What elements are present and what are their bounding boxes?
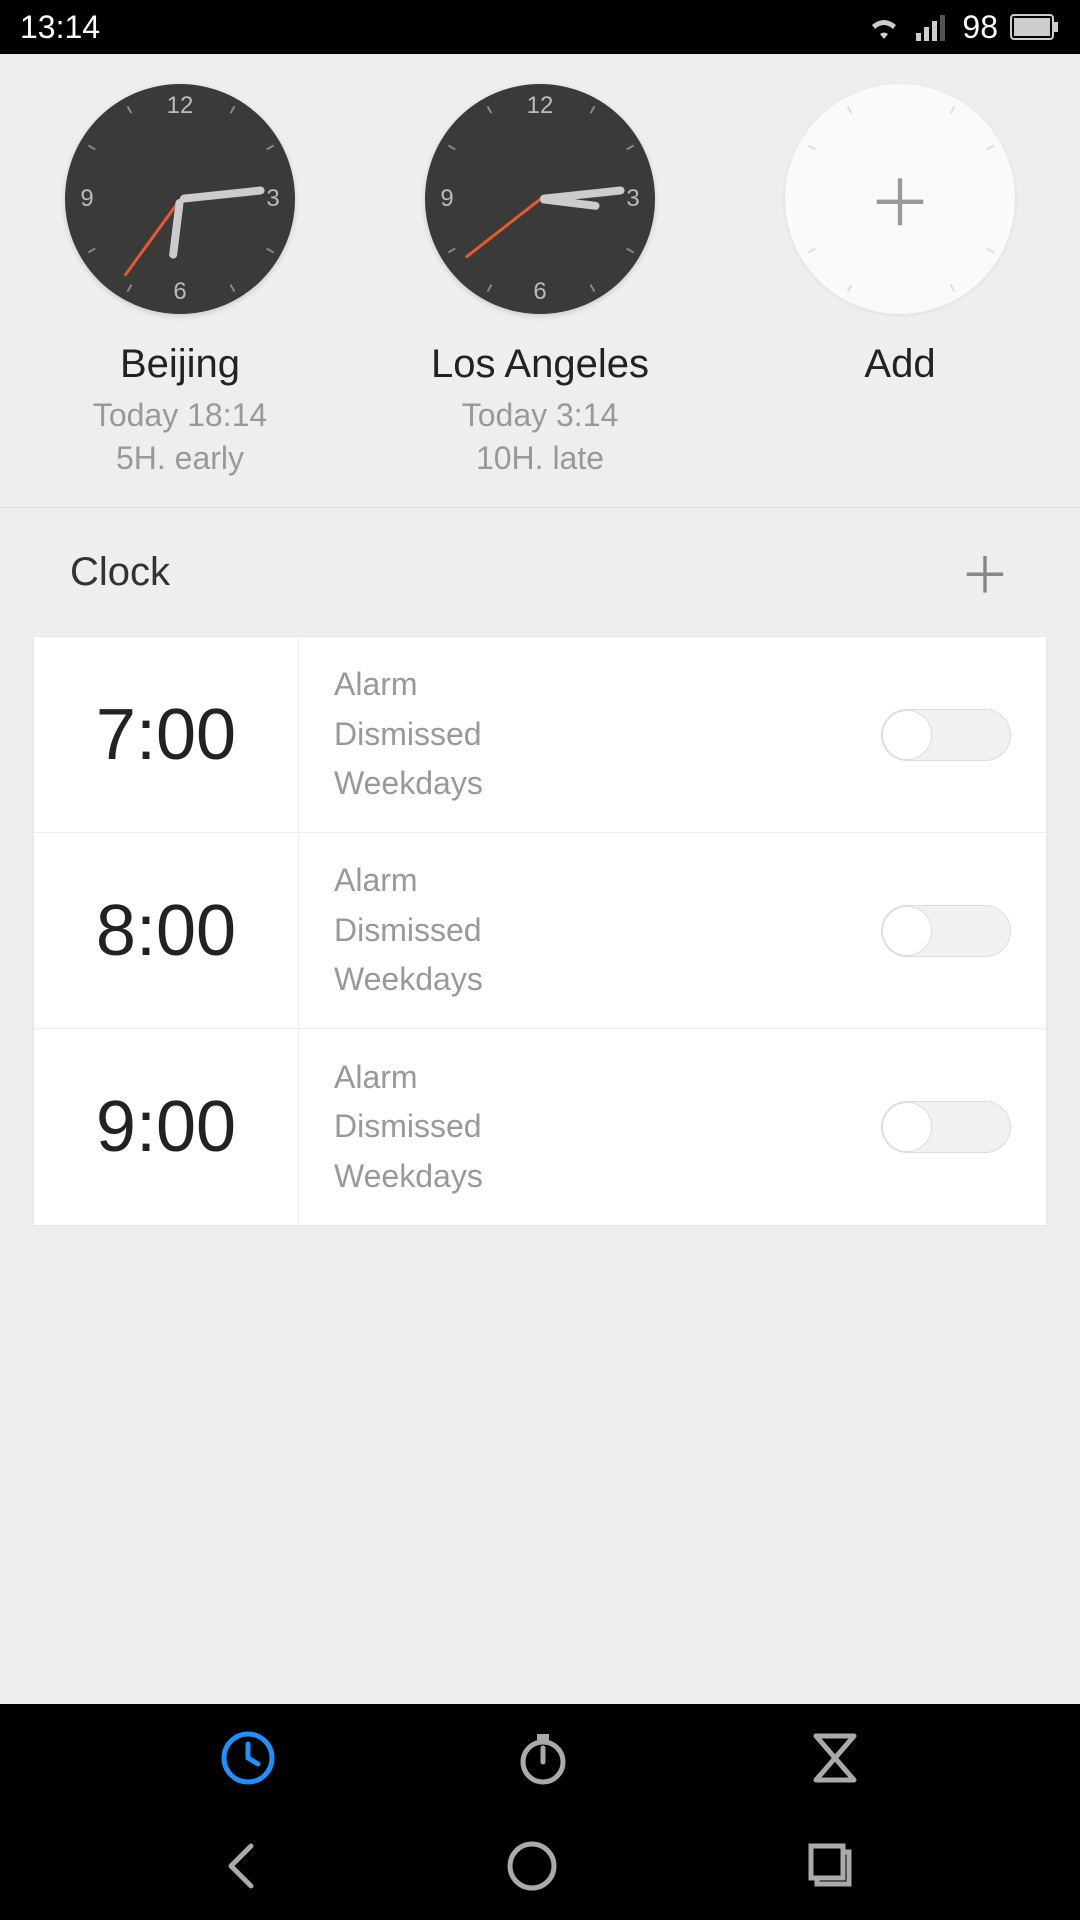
second-hand <box>464 198 541 259</box>
add-clock-face: ＋ <box>785 84 1015 314</box>
alarm-list: 7:00 Alarm Dismissed Weekdays 8:00 Alarm… <box>33 636 1047 1226</box>
alarm-repeat: Weekdays <box>334 759 846 809</box>
city-name: Beijing <box>120 342 240 387</box>
alarm-time: 7:00 <box>34 637 299 832</box>
alarm-toggle-wrap <box>846 637 1046 832</box>
alarm-time: 8:00 <box>34 833 299 1028</box>
section-title: Clock <box>70 550 170 595</box>
minute-hand <box>180 186 265 203</box>
alarm-row[interactable]: 9:00 Alarm Dismissed Weekdays <box>34 1029 1046 1225</box>
tab-timer[interactable] <box>810 1730 860 1786</box>
city-offset: 5H. early <box>116 440 244 477</box>
status-bar: 13:14 98 <box>0 0 1080 54</box>
nav-bar <box>0 1812 1080 1920</box>
add-alarm-button[interactable]: ＋ <box>960 536 1010 608</box>
alarm-toggle[interactable] <box>881 1101 1011 1153</box>
signal-icon <box>914 13 950 41</box>
status-icons: 98 <box>866 9 1060 46</box>
plus-icon: ＋ <box>868 153 932 245</box>
nav-recents[interactable] <box>803 1838 859 1894</box>
alarm-status: Dismissed <box>334 710 846 760</box>
world-clock-beijing[interactable]: 12 3 6 9 Beijing Today 18:14 5H. early <box>30 84 330 477</box>
alarm-row[interactable]: 8:00 Alarm Dismissed Weekdays <box>34 833 1046 1029</box>
alarm-row[interactable]: 7:00 Alarm Dismissed Weekdays <box>34 637 1046 833</box>
tab-stopwatch[interactable] <box>515 1730 571 1786</box>
toggle-knob <box>882 906 932 956</box>
alarm-toggle[interactable] <box>881 709 1011 761</box>
toggle-knob <box>882 710 932 760</box>
clock-face: 12 3 6 9 <box>425 84 655 314</box>
alarm-label: Alarm <box>334 660 846 710</box>
alarm-status: Dismissed <box>334 1102 846 1152</box>
status-time: 13:14 <box>20 9 100 46</box>
toggle-knob <box>882 1102 932 1152</box>
alarm-repeat: Weekdays <box>334 1152 846 1202</box>
tab-clock[interactable] <box>220 1730 276 1786</box>
alarm-label: Alarm <box>334 1053 846 1103</box>
alarm-info: Alarm Dismissed Weekdays <box>299 637 846 832</box>
nav-home[interactable] <box>504 1838 560 1894</box>
city-offset: 10H. late <box>476 440 604 477</box>
alarm-toggle-wrap <box>846 1029 1046 1225</box>
add-world-clock-button[interactable]: ＋ Add <box>750 84 1050 477</box>
alarm-status: Dismissed <box>334 906 846 956</box>
nav-back[interactable] <box>221 1838 261 1894</box>
alarm-repeat: Weekdays <box>334 955 846 1005</box>
world-clock-losangeles[interactable]: 12 3 6 9 Los Angeles Today 3:14 10H. lat… <box>390 84 690 477</box>
clock-header: Clock ＋ <box>0 508 1080 636</box>
alarm-toggle-wrap <box>846 833 1046 1028</box>
city-time: Today 3:14 <box>462 397 619 434</box>
alarm-toggle[interactable] <box>881 905 1011 957</box>
alarm-label: Alarm <box>334 856 846 906</box>
city-name: Los Angeles <box>431 342 649 387</box>
city-time: Today 18:14 <box>93 397 267 434</box>
alarm-time: 9:00 <box>34 1029 299 1225</box>
alarm-info: Alarm Dismissed Weekdays <box>299 1029 846 1225</box>
battery-icon <box>1010 14 1060 40</box>
wifi-icon <box>866 13 902 41</box>
world-clocks-section: 12 3 6 9 Beijing Today 18:14 5H. early 1… <box>0 54 1080 508</box>
clock-face: 12 3 6 9 <box>65 84 295 314</box>
add-label: Add <box>864 342 935 387</box>
alarm-info: Alarm Dismissed Weekdays <box>299 833 846 1028</box>
battery-percent: 98 <box>962 9 998 46</box>
tab-bar <box>0 1704 1080 1812</box>
